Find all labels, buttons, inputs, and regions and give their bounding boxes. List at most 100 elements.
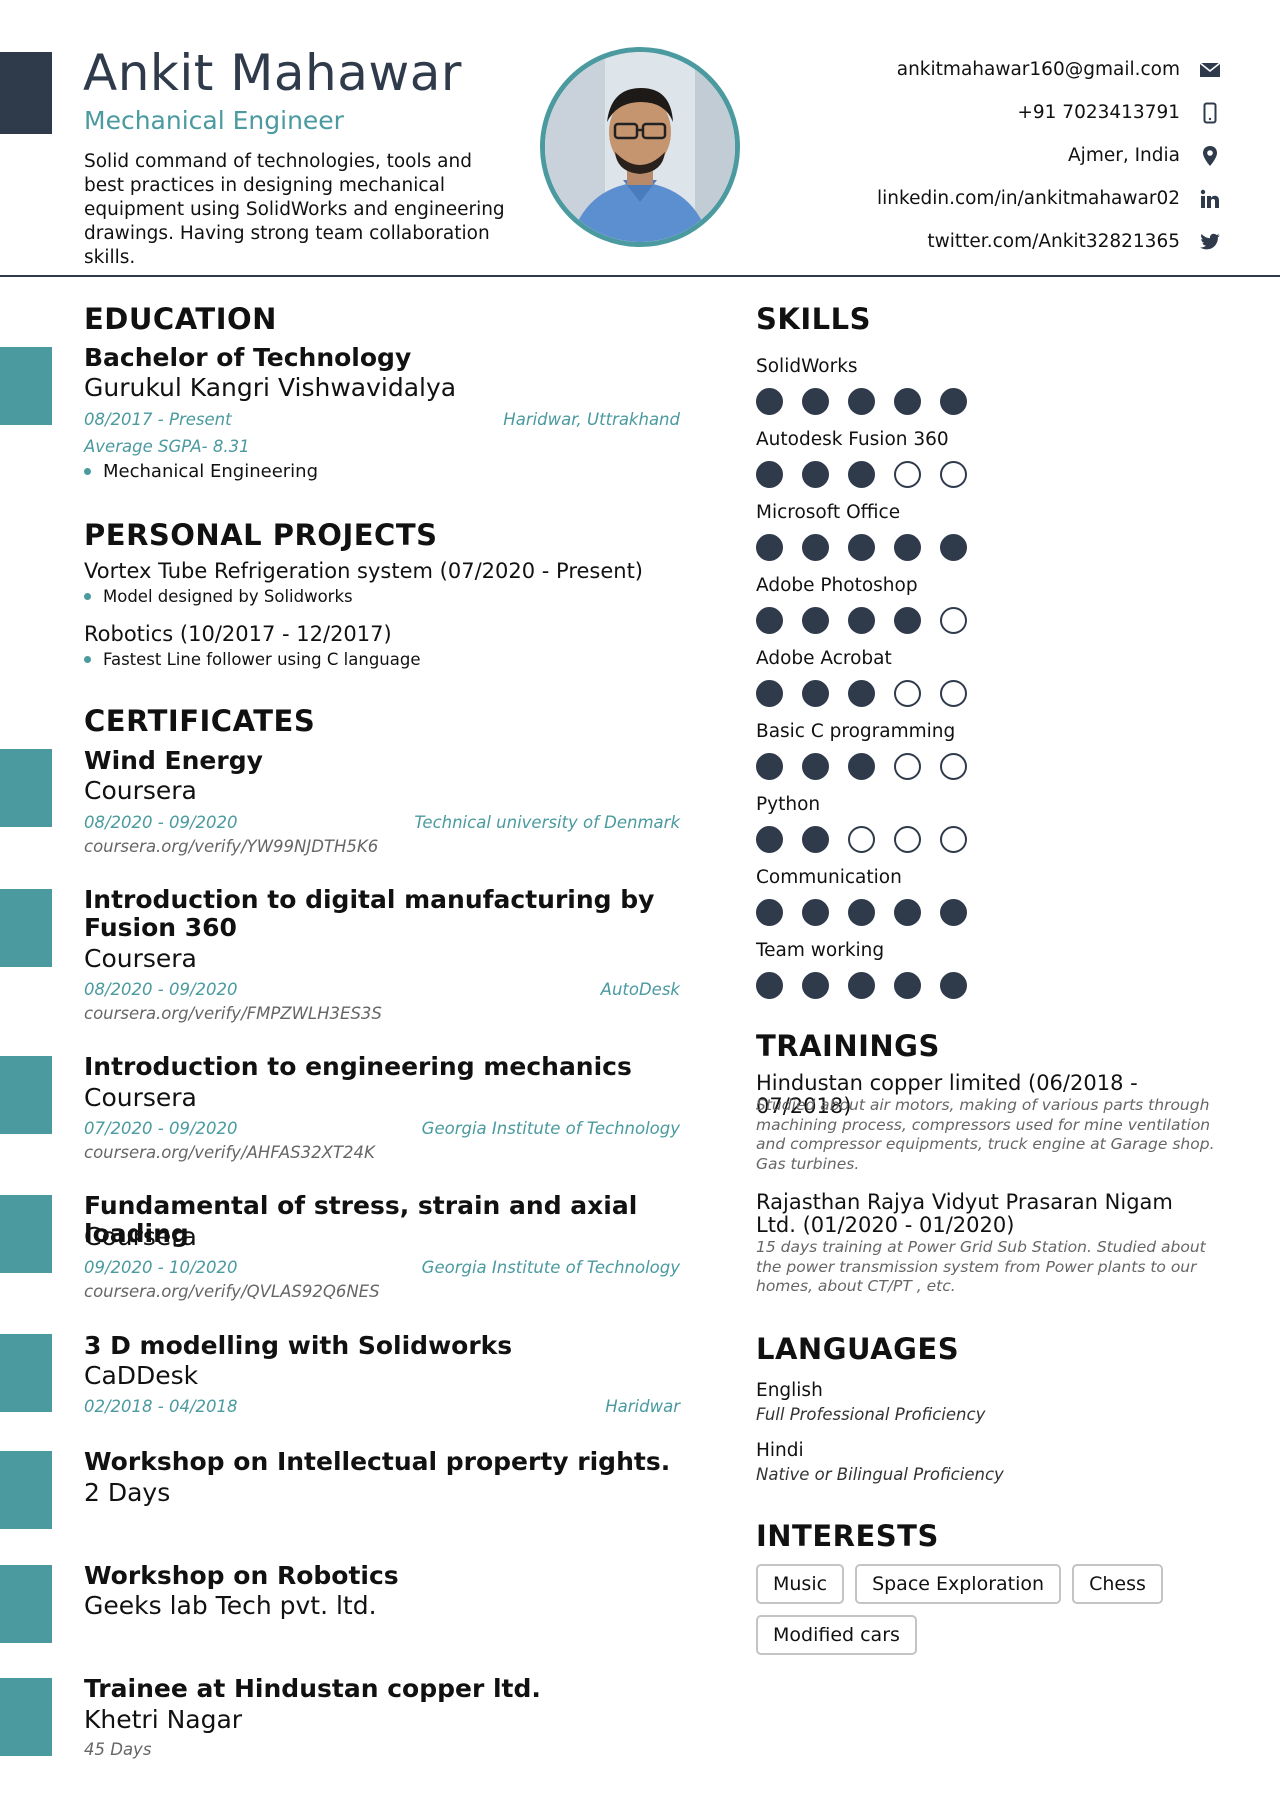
section-title-education: EDUCATION: [84, 302, 277, 336]
certificate-meta: 07/2020 - 09/2020 Georgia Institute of T…: [84, 1119, 680, 1138]
entry-marker: [0, 749, 52, 827]
contact-twitter[interactable]: twitter.com/Ankit32821365: [806, 220, 1226, 263]
certificate-issuer: Coursera: [84, 776, 197, 805]
header-accent-block: [0, 52, 52, 134]
certificate-title: Introduction to engineering mechanics: [84, 1052, 632, 1081]
entry-marker: [0, 1565, 52, 1643]
project-title: Vortex Tube Refrigeration system (07/202…: [84, 559, 644, 583]
skill-rating: [756, 972, 1056, 999]
bullet-dot: [84, 468, 91, 475]
header-divider: [0, 275, 1280, 277]
certificate-note: 45 Days: [84, 1740, 152, 1759]
rating-dot-filled: [940, 534, 967, 561]
interest-tag: Space Exploration: [855, 1564, 1062, 1604]
rating-dot-filled: [802, 534, 829, 561]
profile-photo: [540, 47, 740, 247]
rating-dot-filled: [756, 534, 783, 561]
project-title: Robotics (10/2017 - 12/2017): [84, 622, 392, 646]
skill-item: Adobe Acrobat: [756, 648, 1056, 707]
certificate-org: Georgia Institute of Technology: [421, 1119, 680, 1138]
rating-dot-filled: [894, 607, 921, 634]
rating-dot-filled: [756, 388, 783, 415]
skill-item: Communication: [756, 867, 1056, 926]
bullet-dot: [84, 656, 91, 663]
language-name: Hindi: [756, 1440, 804, 1461]
certificate-dates: 07/2020 - 09/2020: [84, 1119, 238, 1138]
contact-linkedin[interactable]: linkedin.com/in/ankitmahawar02: [806, 177, 1226, 220]
rating-dot-filled: [894, 899, 921, 926]
envelope-icon: [1194, 61, 1226, 78]
certificate-dates: 08/2020 - 09/2020: [84, 980, 238, 999]
candidate-role: Mechanical Engineer: [84, 106, 344, 135]
language-level: Full Professional Proficiency: [756, 1405, 986, 1424]
section-title-certificates: CERTIFICATES: [84, 704, 316, 738]
section-title-projects: PERSONAL PROJECTS: [84, 518, 438, 552]
rating-dot-filled: [894, 534, 921, 561]
contact-phone-text[interactable]: +91 7023413791: [1017, 102, 1180, 123]
rating-dot-filled: [940, 972, 967, 999]
rating-dot-filled: [848, 680, 875, 707]
education-dates: 08/2017 - Present: [84, 410, 232, 429]
contact-phone[interactable]: +91 7023413791: [806, 91, 1226, 134]
skill-name: SolidWorks: [756, 356, 858, 377]
certificate-issuer: Coursera: [84, 1222, 197, 1251]
interest-tag: Chess: [1072, 1564, 1163, 1604]
twitter-icon: [1194, 233, 1226, 251]
project-bullet: Fastest Line follower using C language: [84, 650, 421, 669]
linkedin-icon: [1194, 189, 1226, 209]
skill-rating: [756, 753, 1056, 780]
certificate-title: 3 D modelling with Solidworks: [84, 1331, 513, 1360]
certificate-meta: 08/2020 - 09/2020 AutoDesk: [84, 980, 680, 999]
phone-icon: [1194, 102, 1226, 124]
project-bullet: Model designed by Solidworks: [84, 587, 353, 606]
skill-item: Basic C programming: [756, 721, 1056, 780]
rating-dot-filled: [802, 899, 829, 926]
contact-linkedin-text[interactable]: linkedin.com/in/ankitmahawar02: [877, 188, 1180, 209]
rating-dot-filled: [894, 388, 921, 415]
certificate-title: Workshop on Intellectual property rights…: [84, 1447, 671, 1476]
contact-email[interactable]: ankitmahawar160@gmail.com: [806, 48, 1226, 91]
skill-name: Communication: [756, 867, 902, 888]
certificate-link[interactable]: coursera.org/verify/YW99NJDTH5K6: [84, 837, 378, 856]
rating-dot-empty: [894, 826, 921, 853]
rating-dot-empty: [940, 826, 967, 853]
contact-list: ankitmahawar160@gmail.com +91 7023413791…: [806, 48, 1226, 263]
contact-email-text[interactable]: ankitmahawar160@gmail.com: [897, 59, 1180, 80]
skill-name: Autodesk Fusion 360: [756, 429, 949, 450]
candidate-name: Ankit Mahawar: [83, 44, 462, 102]
section-title-trainings: TRAININGS: [756, 1029, 940, 1063]
training-title: Rajasthan Rajya Vidyut Prasaran Nigam Lt…: [756, 1190, 1173, 1237]
skill-name: Basic C programming: [756, 721, 956, 742]
rating-dot-filled: [848, 899, 875, 926]
rating-dot-filled: [802, 826, 829, 853]
rating-dot-empty: [940, 461, 967, 488]
skill-name: Adobe Photoshop: [756, 575, 918, 596]
certificate-issuer: Coursera: [84, 1083, 197, 1112]
section-title-interests: INTERESTS: [756, 1519, 939, 1553]
person-photo-icon: [545, 52, 735, 242]
entry-marker: [0, 1195, 52, 1273]
contact-twitter-text[interactable]: twitter.com/Ankit32821365: [927, 231, 1180, 252]
entry-marker: [0, 1334, 52, 1412]
skill-rating: [756, 899, 1056, 926]
certificate-meta: 09/2020 - 10/2020 Georgia Institute of T…: [84, 1258, 680, 1277]
certificate-link[interactable]: coursera.org/verify/AHFAS32XT24K: [84, 1143, 375, 1162]
rating-dot-filled: [756, 826, 783, 853]
certificate-link[interactable]: coursera.org/verify/FMPZWLH3ES3S: [84, 1004, 382, 1023]
certificate-title: Trainee at Hindustan copper ltd.: [84, 1674, 541, 1703]
certificate-link[interactable]: coursera.org/verify/QVLAS92Q6NES: [84, 1282, 380, 1301]
section-title-skills: SKILLS: [756, 302, 871, 336]
certificate-dates: 02/2018 - 04/2018: [84, 1397, 238, 1416]
skill-name: Microsoft Office: [756, 502, 901, 523]
certificate-issuer: Geeks lab Tech pvt. ltd.: [84, 1591, 377, 1620]
entry-marker: [0, 1056, 52, 1134]
education-meta: 08/2017 - Present Haridwar, Uttrakhand: [84, 410, 680, 429]
skill-rating: [756, 534, 1056, 561]
rating-dot-empty: [894, 461, 921, 488]
skill-name: Python: [756, 794, 821, 815]
skill-rating: [756, 680, 1056, 707]
training-description: Studied about air motors, making of vari…: [756, 1096, 1215, 1173]
rating-dot-filled: [802, 461, 829, 488]
rating-dot-empty: [940, 680, 967, 707]
contact-location: Ajmer, India: [806, 134, 1226, 177]
